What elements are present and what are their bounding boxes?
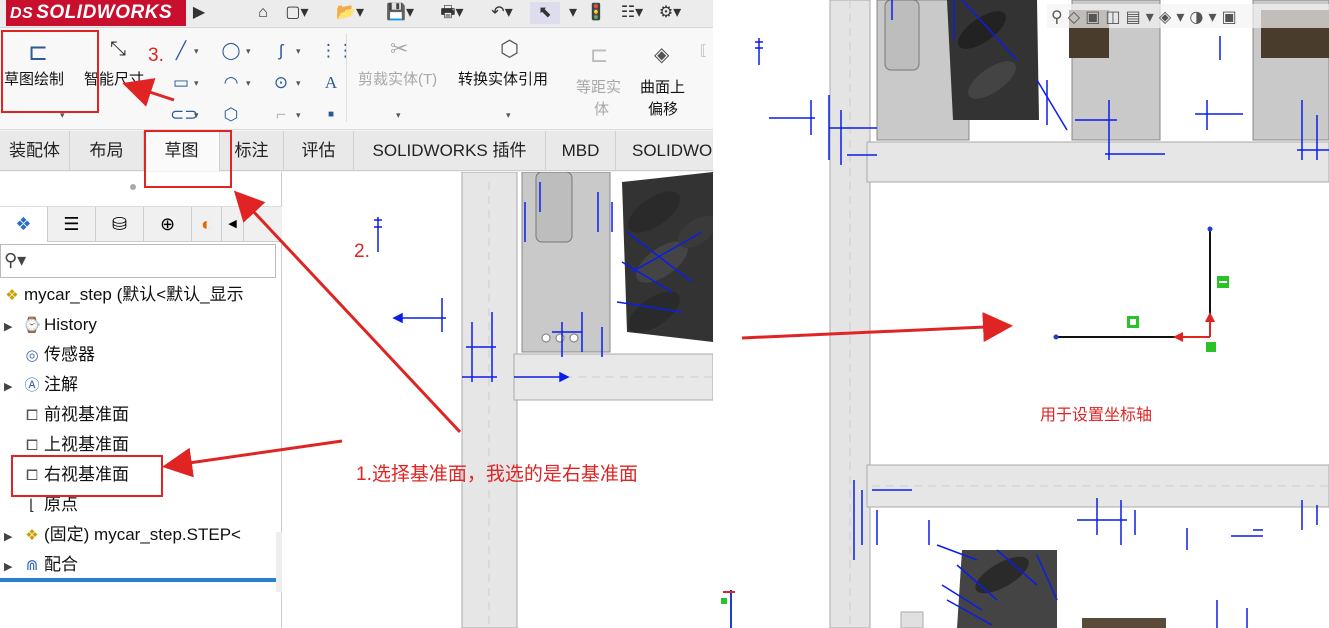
svg-text:⚲ ◇ ▣ ◫ ▤ ▾ ◈ ▾ ◑ ▾ ▣: ⚲ ◇ ▣ ◫ ▤ ▾ ◈ ▾ ◑ ▾ ▣ xyxy=(1051,7,1237,26)
arrow-step3 xyxy=(122,78,175,107)
mecanum-wheel-top xyxy=(947,0,1039,120)
arrow-step2 xyxy=(233,190,462,434)
top-frame-rail xyxy=(866,141,1329,183)
arrow-right-note xyxy=(741,312,1013,343)
sketch-coordinate-axes xyxy=(1053,226,1229,352)
model-view-right: ⚲ ◇ ▣ ◫ ▤ ▾ ◈ ▾ ◑ ▾ ▣ xyxy=(721,0,1329,628)
mecanum-wheel-bottom xyxy=(957,550,1057,628)
solidworks-window: DS SOLIDWORKS ▶ ⌂ ▢▾ 📂▾ 💾▾ 🖶▾ ↶▾ ⬉ ▾ 🚦 ☷▾… xyxy=(0,0,713,628)
arrow-step1 xyxy=(162,439,343,478)
graphics-area-right[interactable]: ⚲ ◇ ▣ ◫ ▤ ▾ ◈ ▾ ◑ ▾ ▣ 用于设置坐标轴 xyxy=(717,0,1329,628)
annotation-right-note: 用于设置坐标轴 xyxy=(1040,407,1153,424)
view-triad-icon xyxy=(721,590,735,628)
origin-icon xyxy=(1206,342,1216,352)
heads-up-view-toolbar[interactable]: ⚲ ◇ ▣ ◫ ▤ ▾ ◈ ▾ ◑ ▾ ▣ xyxy=(1047,4,1329,28)
annotation-arrows-left xyxy=(122,78,462,478)
